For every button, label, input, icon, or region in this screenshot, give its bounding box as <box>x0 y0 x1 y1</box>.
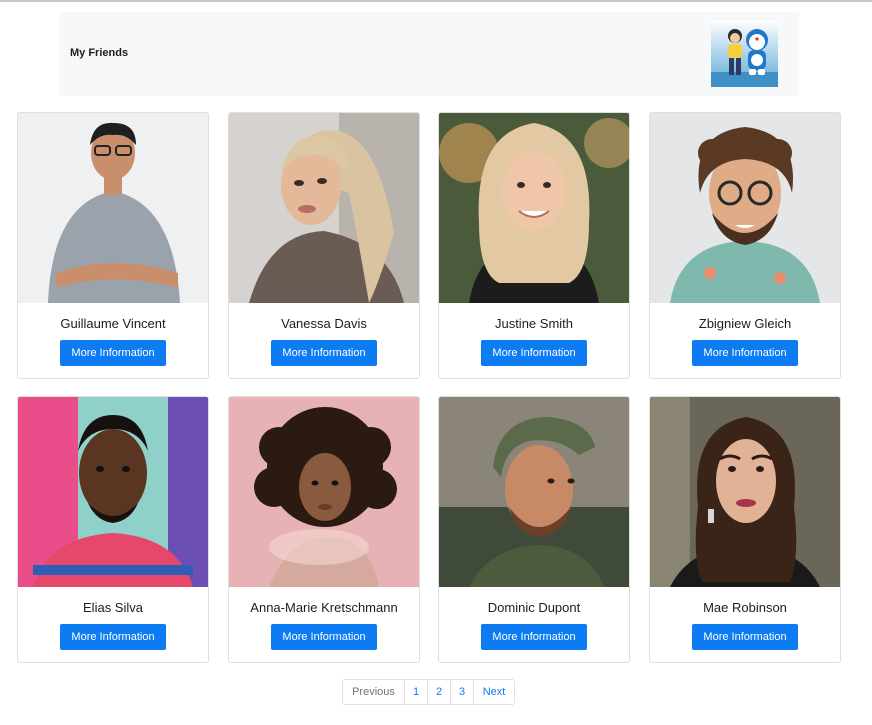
more-information-button[interactable]: More Information <box>481 624 587 650</box>
cartoon-avatar-icon <box>711 20 778 87</box>
friend-card: Dominic Dupont More Information <box>438 396 630 663</box>
friend-name: Guillaume Vincent <box>60 316 166 331</box>
friend-photo <box>229 113 419 303</box>
friend-card: Zbigniew Gleich More Information <box>649 112 841 379</box>
more-information-button[interactable]: More Information <box>60 340 166 366</box>
friend-photo <box>650 397 840 587</box>
friend-photo <box>229 397 419 587</box>
more-information-button[interactable]: More Information <box>481 340 587 366</box>
friend-name: Anna-Marie Kretschmann <box>250 600 398 615</box>
friend-name: Elias Silva <box>83 600 143 615</box>
friend-photo <box>18 397 208 587</box>
friend-card: Justine Smith More Information <box>438 112 630 379</box>
next-page-button[interactable]: Next <box>473 680 514 704</box>
friend-name: Dominic Dupont <box>487 600 581 615</box>
more-information-button[interactable]: More Information <box>60 624 166 650</box>
more-information-button[interactable]: More Information <box>692 624 798 650</box>
more-information-button[interactable]: More Information <box>271 624 377 650</box>
friend-card: Vanessa Davis More Information <box>228 112 420 379</box>
friend-photo <box>650 113 840 303</box>
friend-photo <box>439 113 629 303</box>
friend-photo <box>18 113 208 303</box>
friend-card: Mae Robinson More Information <box>649 396 841 663</box>
page-2-link[interactable]: 2 <box>427 680 450 704</box>
previous-page-button[interactable]: Previous <box>343 680 404 704</box>
friend-name: Vanessa Davis <box>281 316 367 331</box>
page-header: My Friends <box>59 12 799 96</box>
friend-photo <box>439 397 629 587</box>
friend-card: Guillaume Vincent More Information <box>17 112 209 379</box>
page-1-link[interactable]: 1 <box>404 680 427 704</box>
friend-card: Anna-Marie Kretschmann More Information <box>228 396 420 663</box>
friend-card: Elias Silva More Information <box>17 396 209 663</box>
pagination: Previous 1 2 3 Next <box>342 679 515 705</box>
friend-name: Zbigniew Gleich <box>698 316 792 331</box>
page-3-link[interactable]: 3 <box>450 680 473 704</box>
more-information-button[interactable]: More Information <box>271 340 377 366</box>
friend-name: Mae Robinson <box>703 600 787 615</box>
page-title: My Friends <box>70 47 129 59</box>
top-divider <box>0 0 872 2</box>
more-information-button[interactable]: More Information <box>692 340 798 366</box>
friend-name: Justine Smith <box>494 316 574 331</box>
